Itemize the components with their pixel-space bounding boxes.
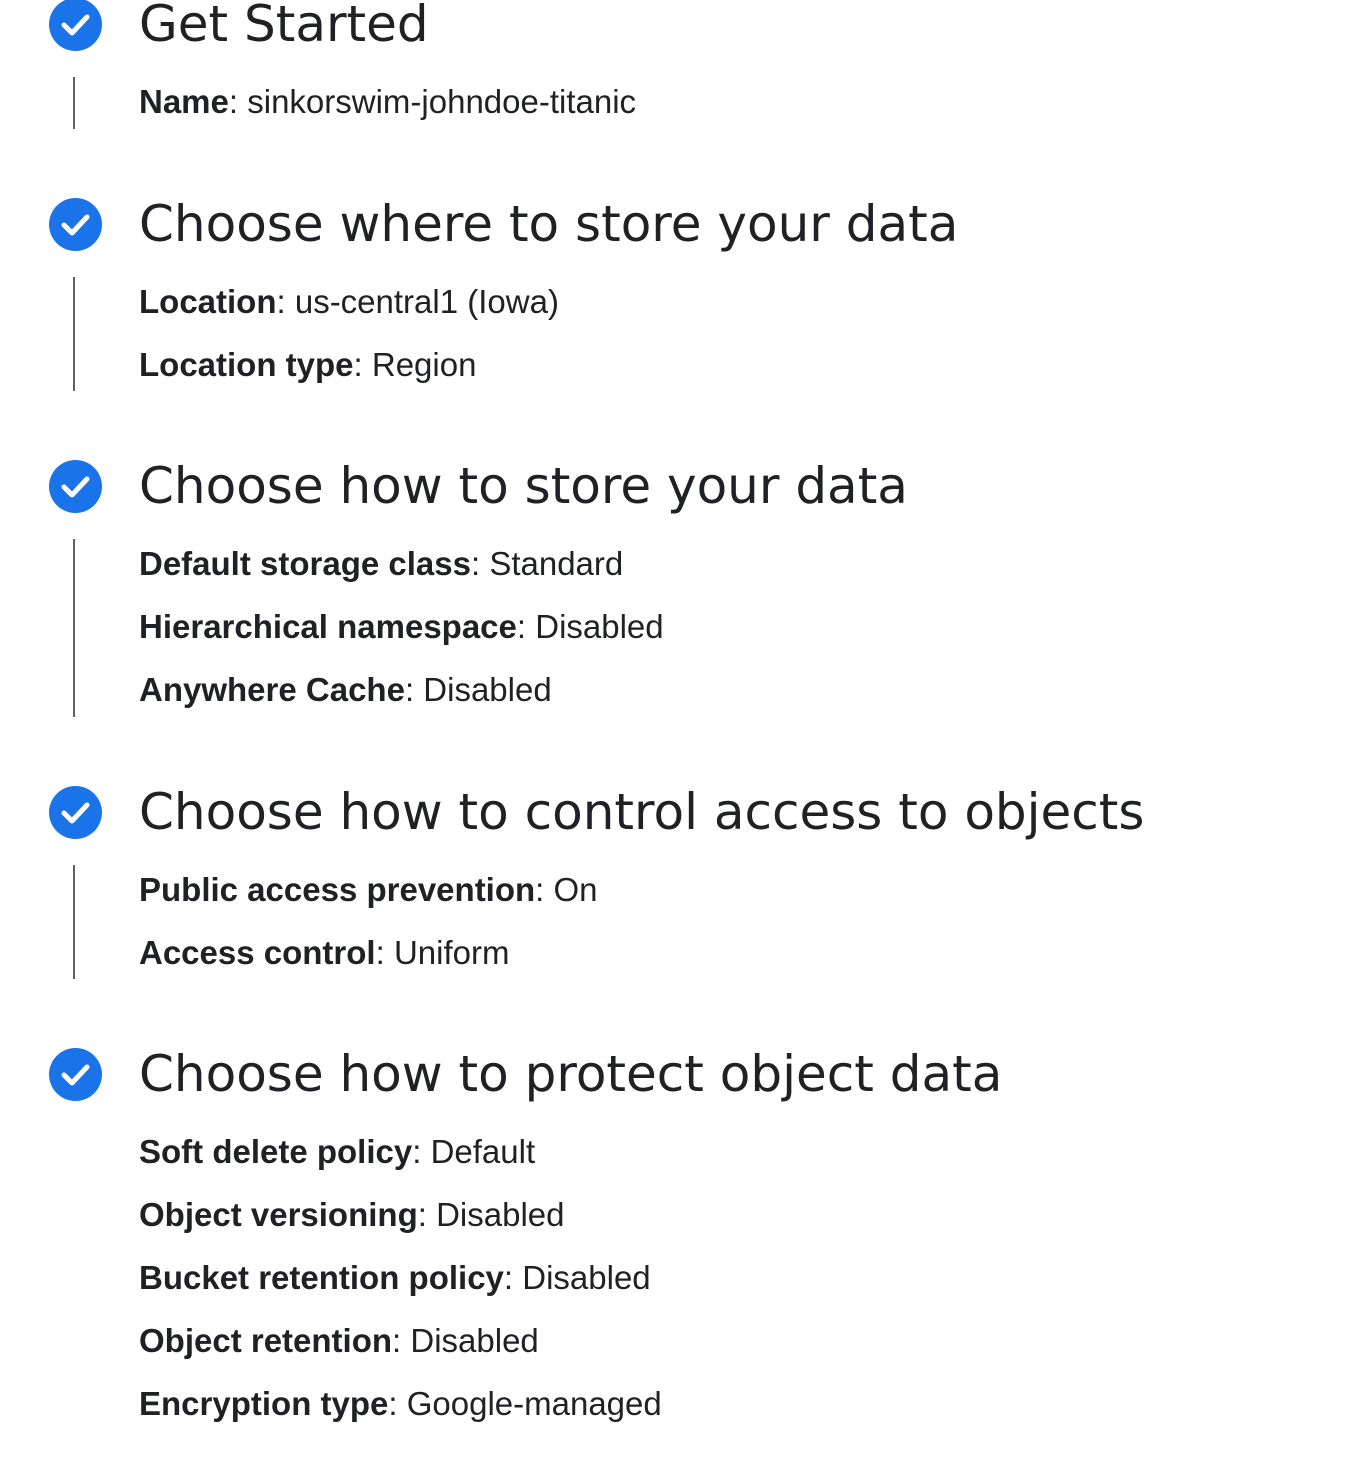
detail-separator: :	[503, 1259, 523, 1296]
detail-value: Disabled	[436, 1196, 565, 1233]
detail-label: Name	[139, 83, 229, 120]
step-title: Choose how to control access to objects	[139, 783, 1145, 841]
step-details: Location: us-central1 (Iowa) Location ty…	[139, 285, 559, 411]
step-connector	[73, 77, 75, 129]
detail-separator: :	[516, 608, 536, 645]
detail-value: us-central1 (Iowa)	[294, 283, 559, 320]
detail-label: Location type	[139, 346, 354, 383]
step-title: Choose how to protect object data	[139, 1045, 1003, 1103]
detail-label: Bucket retention policy	[139, 1259, 504, 1296]
detail-row-anywhere-cache: Anywhere Cache: Disabled	[139, 673, 664, 736]
detail-label: Object versioning	[139, 1196, 418, 1233]
step-connector	[73, 539, 75, 717]
step-title: Choose how to store your data	[139, 457, 908, 515]
detail-row-encryption-type: Encryption type: Google-managed	[139, 1387, 662, 1450]
detail-label: Object retention	[139, 1322, 393, 1359]
detail-value: Default	[430, 1133, 536, 1170]
detail-label: Default storage class	[139, 545, 471, 582]
detail-row-hierarchical-namespace: Hierarchical namespace: Disabled	[139, 610, 664, 673]
detail-label: Soft delete policy	[139, 1133, 413, 1170]
detail-value: Region	[371, 346, 477, 383]
detail-separator: :	[375, 934, 394, 971]
detail-label: Encryption type	[139, 1385, 389, 1422]
detail-separator: :	[404, 671, 424, 708]
detail-value: Disabled	[535, 608, 664, 645]
detail-separator: :	[276, 283, 295, 320]
detail-row-location-type: Location type: Region	[139, 348, 559, 411]
step-details: Public access prevention: On Access cont…	[139, 873, 598, 999]
detail-value: Uniform	[393, 934, 510, 971]
detail-row-storage-class: Default storage class: Standard	[139, 547, 664, 610]
detail-label: Access control	[139, 934, 376, 971]
detail-separator: :	[417, 1196, 437, 1233]
step-details: Soft delete policy: Default Object versi…	[139, 1135, 662, 1450]
detail-value: Standard	[489, 545, 624, 582]
step-connector	[73, 865, 75, 979]
step-connector	[73, 277, 75, 391]
step-details: Default storage class: Standard Hierarch…	[139, 547, 664, 736]
detail-row-access-control: Access control: Uniform	[139, 936, 598, 999]
check-circle-icon	[49, 1048, 102, 1101]
detail-value: Disabled	[522, 1259, 651, 1296]
check-circle-icon	[49, 198, 102, 251]
check-circle-icon	[49, 786, 102, 839]
detail-label: Anywhere Cache	[139, 671, 405, 708]
detail-row-object-retention: Object retention: Disabled	[139, 1324, 662, 1387]
detail-separator: :	[353, 346, 372, 383]
detail-label: Public access prevention	[139, 871, 536, 908]
step-title: Choose where to store your data	[139, 195, 959, 253]
detail-row-bucket-retention-policy: Bucket retention policy: Disabled	[139, 1261, 662, 1324]
detail-row-location: Location: us-central1 (Iowa)	[139, 285, 559, 348]
step-details: Name: sinkorswim-johndoe-titanic	[139, 85, 636, 148]
detail-row-soft-delete-policy: Soft delete policy: Default	[139, 1135, 662, 1198]
detail-value: Disabled	[410, 1322, 539, 1359]
detail-separator: :	[392, 1322, 411, 1359]
step-title: Get Started	[139, 0, 429, 53]
detail-separator: :	[470, 545, 490, 582]
check-circle-icon	[49, 460, 102, 513]
detail-label: Hierarchical namespace	[139, 608, 517, 645]
detail-separator: :	[412, 1133, 431, 1170]
detail-row-name: Name: sinkorswim-johndoe-titanic	[139, 85, 636, 148]
detail-value: Google-managed	[406, 1385, 662, 1422]
detail-label: Location	[139, 283, 277, 320]
check-circle-icon	[49, 0, 102, 51]
detail-separator: :	[388, 1385, 407, 1422]
detail-separator: :	[228, 83, 248, 120]
detail-row-public-access-prevention: Public access prevention: On	[139, 873, 598, 936]
detail-row-object-versioning: Object versioning: Disabled	[139, 1198, 662, 1261]
detail-separator: :	[535, 871, 554, 908]
detail-value: On	[553, 871, 598, 908]
detail-value: sinkorswim-johndoe-titanic	[247, 83, 637, 120]
detail-value: Disabled	[423, 671, 552, 708]
